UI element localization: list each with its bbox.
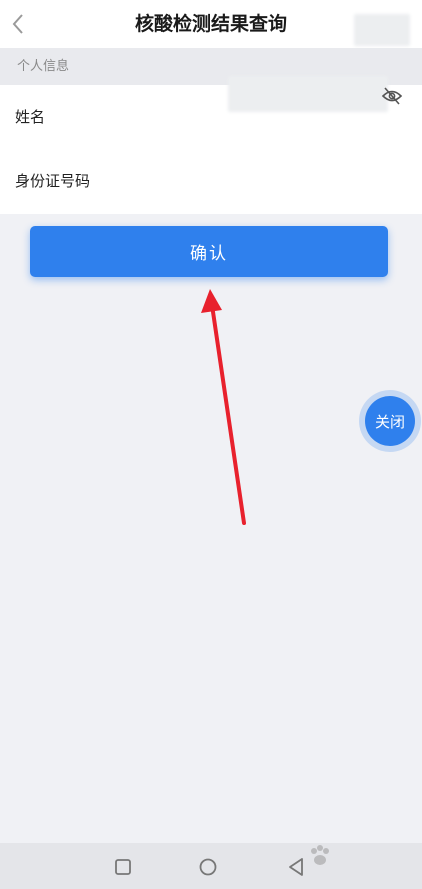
confirm-button[interactable]: 确认 xyxy=(30,226,388,277)
home-icon xyxy=(199,858,217,876)
back-triangle-icon xyxy=(289,858,303,876)
back-button[interactable] xyxy=(6,10,30,38)
floating-close-button[interactable]: 关闭 xyxy=(359,390,421,452)
recent-apps-icon xyxy=(115,859,131,875)
close-label: 关闭 xyxy=(365,396,415,446)
eye-off-icon xyxy=(381,87,403,105)
section-label: 个人信息 xyxy=(17,59,70,74)
id-row: 身份证号码 xyxy=(0,149,422,214)
watermark-logo xyxy=(305,836,415,876)
eye-toggle-button[interactable] xyxy=(380,84,404,108)
home-button[interactable] xyxy=(196,855,220,879)
name-label: 姓名 xyxy=(15,108,46,126)
recent-apps-button[interactable] xyxy=(111,855,135,879)
paw-icon xyxy=(311,845,329,865)
id-label: 身份证号码 xyxy=(15,172,91,190)
name-input[interactable] xyxy=(354,14,410,46)
id-number-input[interactable] xyxy=(228,76,388,112)
chevron-left-icon xyxy=(12,14,23,34)
